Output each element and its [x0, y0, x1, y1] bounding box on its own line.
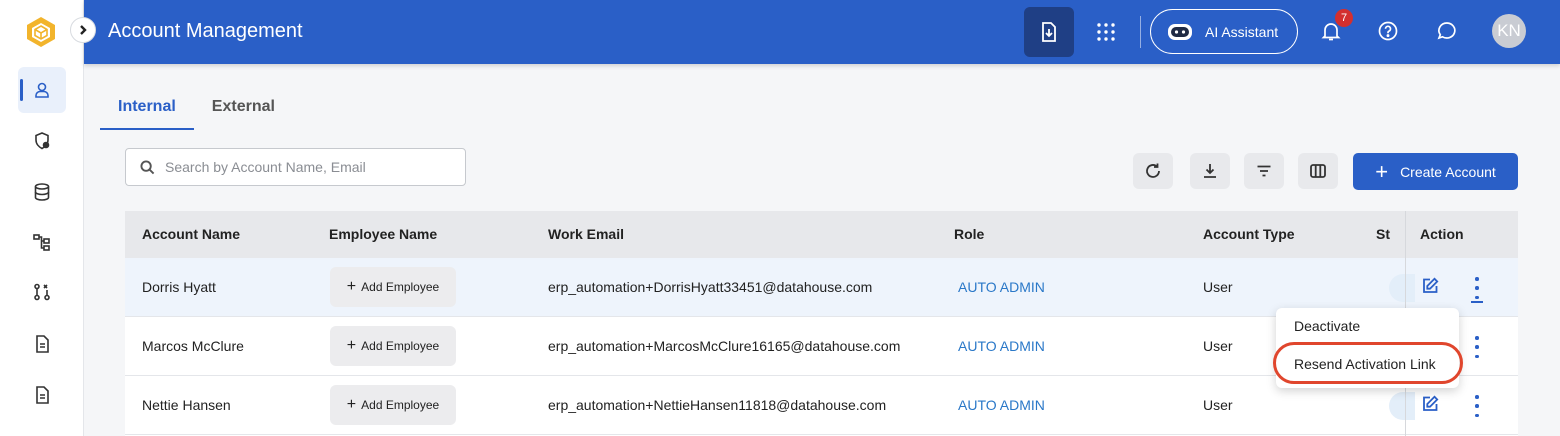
header-action: Action: [1420, 226, 1464, 242]
account-name-cell: Marcos McClure: [142, 338, 244, 354]
database-icon: [34, 183, 50, 201]
rail-item-hierarchy[interactable]: [18, 219, 66, 265]
add-employee-label: Add Employee: [361, 280, 440, 294]
refresh-button[interactable]: [1133, 153, 1173, 189]
rail-item-database[interactable]: [18, 169, 66, 215]
account-name-cell: Nettie Hansen: [142, 397, 231, 413]
rail-item-documents[interactable]: [18, 321, 66, 367]
notification-badge: 7: [1335, 9, 1353, 27]
more-actions-button[interactable]: [1471, 277, 1483, 303]
download-icon: [1204, 164, 1216, 178]
apps-grid-icon[interactable]: [1094, 20, 1118, 44]
add-employee-label: Add Employee: [361, 339, 440, 353]
help-button[interactable]: [1375, 18, 1401, 44]
menu-item-deactivate[interactable]: Deactivate: [1294, 318, 1360, 334]
refresh-icon: [1146, 163, 1160, 178]
create-account-button[interactable]: + Create Account: [1353, 153, 1518, 190]
user-icon: [35, 82, 49, 98]
user-avatar[interactable]: KN: [1492, 14, 1526, 48]
edit-button[interactable]: [1421, 395, 1439, 413]
help-icon: [1378, 21, 1398, 41]
download-button[interactable]: [1190, 153, 1230, 189]
export-button[interactable]: [1024, 7, 1074, 57]
filter-icon: [1257, 165, 1271, 177]
tab-external[interactable]: External: [194, 84, 293, 130]
columns-icon: [1310, 164, 1326, 178]
header-employee-name[interactable]: Employee Name: [329, 226, 437, 242]
header-role[interactable]: Role: [954, 226, 984, 242]
report-icon: [36, 386, 49, 404]
highlight-annotation: [1273, 342, 1463, 384]
page-title: Account Management: [108, 20, 303, 42]
robot-icon: [1168, 23, 1192, 40]
header-divider: [1140, 16, 1141, 48]
rail-item-accounts[interactable]: [18, 67, 66, 113]
add-employee-label: Add Employee: [361, 398, 440, 412]
edit-icon: [1423, 395, 1439, 411]
table-header: Account Name Employee Name Work Email Ro…: [125, 211, 1518, 258]
work-email-cell: erp_automation+MarcosMcClure16165@dataho…: [548, 338, 901, 354]
account-type-cell: User: [1203, 279, 1233, 295]
account-tabs: Internal External: [100, 84, 293, 132]
app-logo[interactable]: [26, 16, 56, 48]
header-work-email[interactable]: Work Email: [548, 226, 624, 242]
workflow-icon: [34, 283, 50, 301]
chevron-right-icon: [80, 25, 87, 35]
account-type-cell: User: [1203, 338, 1233, 354]
account-name-cell: Dorris Hyatt: [142, 279, 216, 295]
hierarchy-icon: [33, 234, 50, 251]
create-account-label: Create Account: [1400, 163, 1496, 180]
more-actions-button[interactable]: [1471, 395, 1483, 417]
chat-button[interactable]: [1434, 18, 1460, 44]
header-status[interactable]: St: [1376, 226, 1390, 242]
edit-button[interactable]: [1421, 277, 1439, 295]
side-navigation: [0, 0, 84, 436]
header-account-name[interactable]: Account Name: [142, 226, 240, 242]
plus-icon: +: [346, 396, 357, 413]
work-email-cell: erp_automation+NettieHansen11818@datahou…: [548, 397, 887, 413]
rail-item-reports[interactable]: [18, 372, 66, 418]
document-icon: [36, 335, 49, 353]
plus-icon: +: [346, 337, 357, 354]
add-employee-button[interactable]: + Add Employee: [330, 385, 456, 425]
tab-internal[interactable]: Internal: [100, 84, 194, 130]
add-employee-button[interactable]: + Add Employee: [330, 326, 456, 366]
search-input[interactable]: [165, 159, 445, 175]
chat-icon: [1437, 22, 1456, 40]
columns-button[interactable]: [1298, 153, 1338, 189]
file-download-icon: [1042, 22, 1056, 42]
role-link[interactable]: AUTO ADMIN: [958, 397, 1045, 413]
search-icon: [140, 159, 155, 174]
ai-assistant-button[interactable]: AI Assistant: [1150, 9, 1298, 54]
header-account-type[interactable]: Account Type: [1203, 226, 1295, 242]
rail-item-security[interactable]: [18, 118, 66, 164]
security-icon: [35, 132, 50, 150]
more-actions-button[interactable]: [1471, 336, 1483, 358]
rail-item-workflow[interactable]: [18, 269, 66, 315]
search-box: [125, 148, 466, 186]
plus-icon: +: [346, 278, 357, 295]
role-link[interactable]: AUTO ADMIN: [958, 338, 1045, 354]
plus-icon: +: [1375, 158, 1389, 184]
expand-sidebar-button[interactable]: [70, 17, 96, 43]
ai-assistant-label: AI Assistant: [1205, 23, 1279, 40]
role-link[interactable]: AUTO ADMIN: [958, 279, 1045, 295]
top-header: Account Management AI Assistant 7 KN: [84, 0, 1560, 64]
account-type-cell: User: [1203, 397, 1233, 413]
work-email-cell: erp_automation+DorrisHyatt33451@datahous…: [548, 279, 873, 295]
edit-icon: [1423, 277, 1439, 293]
filter-button[interactable]: [1244, 153, 1284, 189]
add-employee-button[interactable]: + Add Employee: [330, 267, 456, 307]
